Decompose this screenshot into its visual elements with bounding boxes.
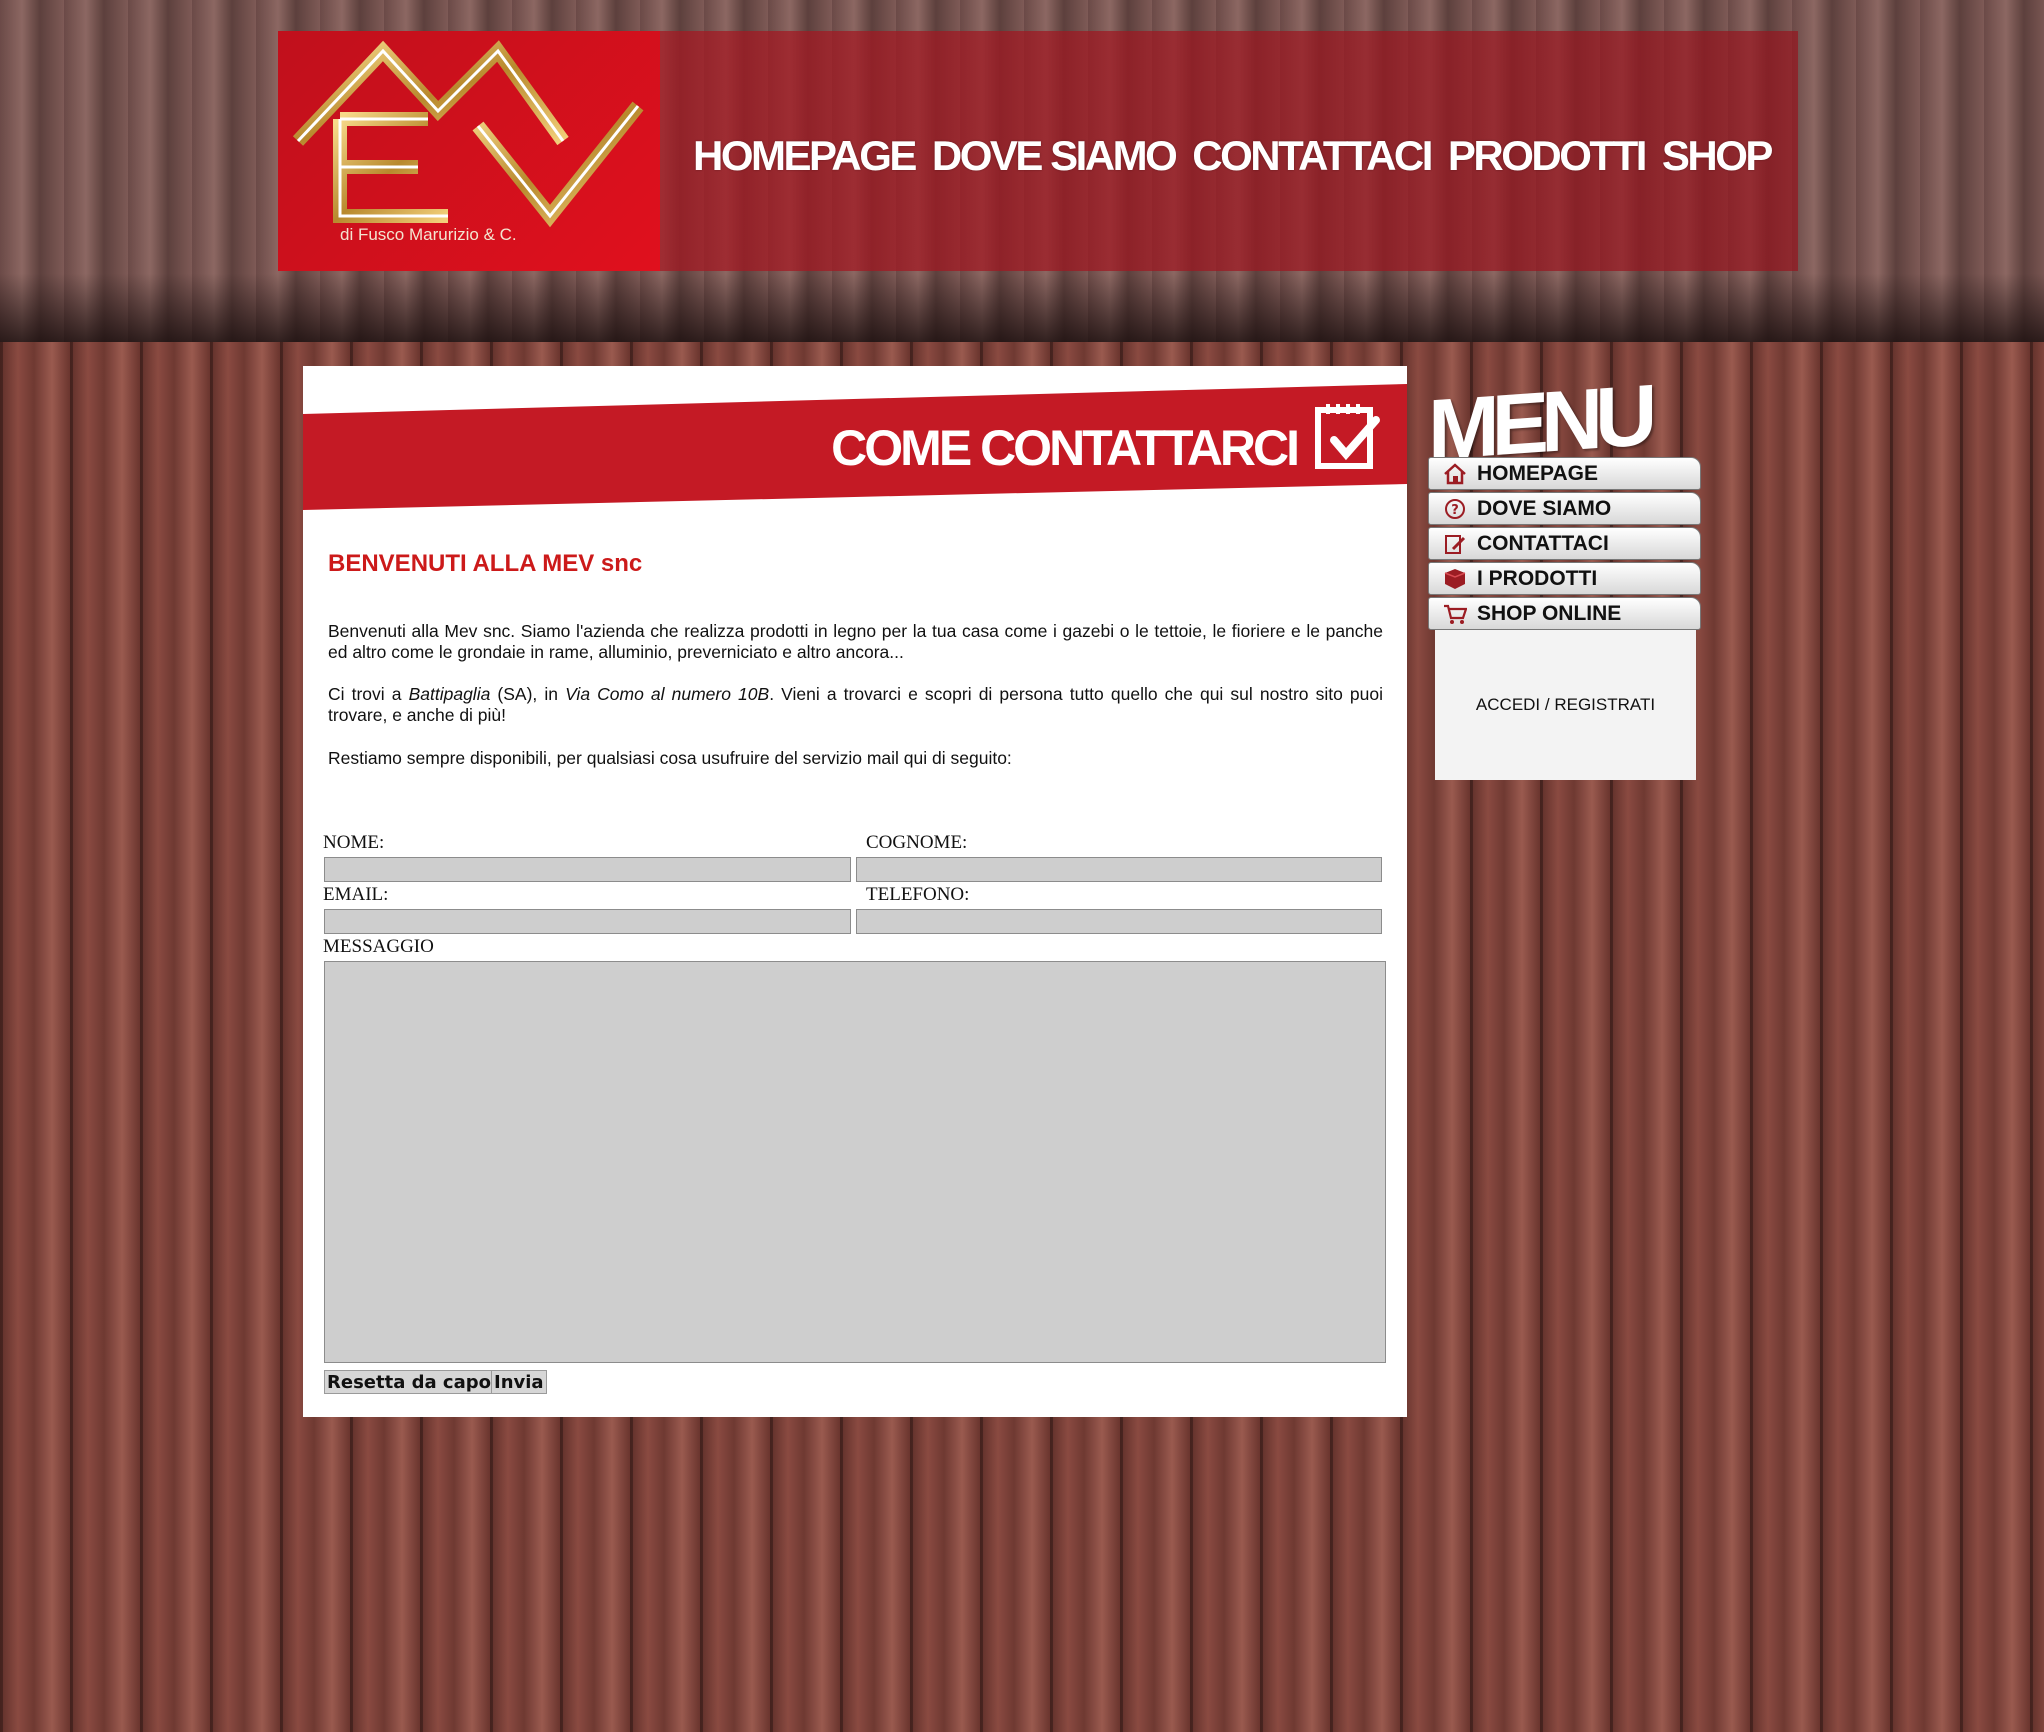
email-input[interactable]: [324, 909, 851, 934]
question-icon: ?: [1445, 498, 1465, 519]
content-panel: COME CONTATTARCI BENVENUTI ALLA MEV snc …: [303, 366, 1407, 1417]
top-navigation: HOMEPAGE DOVE SIAMO CONTATTACI PRODOTTI …: [693, 132, 1774, 180]
box-icon: [1444, 568, 1466, 589]
menu-item-label: HOMEPAGE: [1477, 461, 1598, 485]
edit-icon: [1445, 534, 1466, 554]
contact-paragraph: Restiamo sempre disponibili, per qualsia…: [328, 748, 1012, 768]
welcome-title: BENVENUTI ALLA MEV snc: [328, 550, 643, 577]
menu-item-contattaci[interactable]: CONTATTACI: [1428, 527, 1701, 560]
reset-button[interactable]: Resetta da capo: [324, 1370, 494, 1394]
location-text-1: Ci trovi a: [328, 684, 409, 704]
nav-prodotti[interactable]: PRODOTTI: [1448, 132, 1648, 180]
telefono-label: TELEFONO:: [866, 884, 970, 905]
nome-input[interactable]: [324, 857, 851, 882]
banner-title: COME CONTATTARCI: [831, 420, 1300, 476]
logo-subtitle: di Fusco Marurizio & C.: [340, 225, 517, 244]
login-box: ACCEDI / REGISTRATI: [1435, 630, 1696, 780]
nav-homepage[interactable]: HOMEPAGE: [693, 132, 917, 180]
location-city: Battipaglia: [408, 684, 491, 704]
messaggio-textarea[interactable]: [324, 961, 1386, 1363]
email-label: EMAIL:: [323, 884, 389, 905]
submit-button[interactable]: Invia: [491, 1370, 547, 1394]
location-street: Via Como al numero 10B: [565, 684, 770, 704]
location-paragraph: Ci trovi a Battipaglia (SA), in Via Como…: [328, 684, 1383, 726]
login-link[interactable]: ACCEDI / REGISTRATI: [1476, 695, 1655, 715]
nav-contattaci[interactable]: CONTATTACI: [1192, 132, 1433, 180]
messaggio-label: MESSAGGIO: [323, 936, 434, 957]
intro-paragraph: Benvenuti alla Mev snc. Siamo l'azienda …: [328, 621, 1383, 662]
nav-dove-siamo[interactable]: DOVE SIAMO: [932, 132, 1178, 180]
menu-item-label: CONTATTACI: [1477, 531, 1609, 555]
menu-item-label: SHOP ONLINE: [1477, 601, 1622, 625]
logo[interactable]: di Fusco Marurizio & C.: [278, 31, 660, 271]
menu-item-prodotti[interactable]: I PRODOTTI: [1428, 562, 1701, 595]
menu-item-dove-siamo[interactable]: ? DOVE SIAMO: [1428, 492, 1701, 525]
cart-icon: [1444, 604, 1467, 624]
menu-item-homepage[interactable]: HOMEPAGE: [1428, 457, 1701, 490]
location-text-2: (SA), in: [490, 684, 566, 704]
svg-text:?: ?: [1451, 503, 1459, 518]
home-icon: [1444, 462, 1466, 484]
cognome-input[interactable]: [856, 857, 1382, 882]
nav-shop[interactable]: SHOP: [1662, 132, 1774, 180]
nome-label: NOME:: [323, 832, 385, 853]
cognome-label: COGNOME:: [866, 832, 968, 853]
menu-item-shop-online[interactable]: SHOP ONLINE: [1428, 597, 1701, 630]
telefono-input[interactable]: [856, 909, 1382, 934]
menu-item-label: I PRODOTTI: [1477, 566, 1598, 590]
menu-item-label: DOVE SIAMO: [1477, 496, 1612, 520]
